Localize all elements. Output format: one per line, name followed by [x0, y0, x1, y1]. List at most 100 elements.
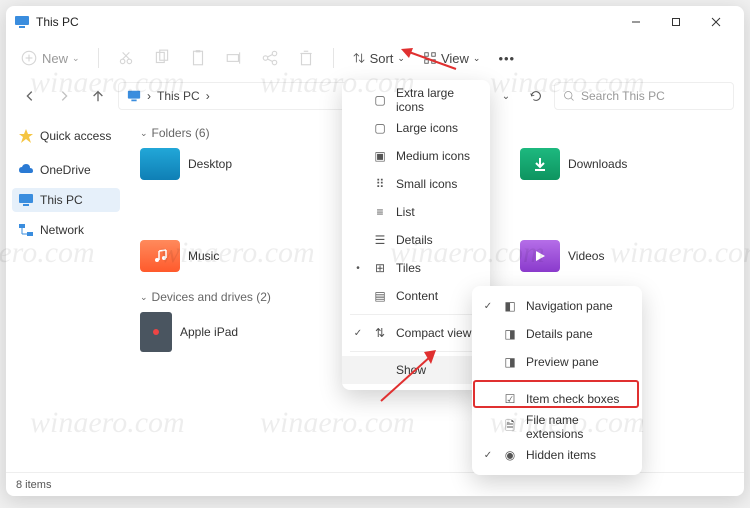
- file-icon: 🗎: [502, 419, 518, 435]
- sort-button[interactable]: Sort ⌄: [352, 51, 405, 66]
- menu-item-hidden-items[interactable]: ✓◉Hidden items: [472, 441, 642, 469]
- view-button[interactable]: View ⌄: [423, 51, 481, 66]
- checkbox-icon: ☑: [502, 391, 518, 407]
- folder-icon: [140, 148, 180, 180]
- menu-separator: [480, 380, 634, 381]
- sidebar-item-onedrive[interactable]: OneDrive: [12, 158, 120, 182]
- folder-item-videos[interactable]: Videos: [520, 240, 660, 272]
- pane-icon: ◨: [502, 354, 518, 370]
- show-submenu: ✓◧Navigation pane ◨Details pane ◨Preview…: [472, 286, 642, 475]
- star-icon: [18, 128, 34, 144]
- list-icon: ≡: [372, 204, 388, 220]
- item-label: Music: [188, 249, 219, 263]
- share-icon[interactable]: [261, 49, 279, 67]
- new-button[interactable]: New ⌄: [20, 49, 80, 67]
- folder-icon: [520, 240, 560, 272]
- close-button[interactable]: [696, 8, 736, 36]
- maximize-button[interactable]: [656, 8, 696, 36]
- grid-xl-icon: ▢: [372, 92, 388, 108]
- pane-icon: ◧: [502, 298, 518, 314]
- device-item-ipad[interactable]: Apple iPad: [140, 312, 280, 352]
- cloud-icon: [18, 162, 34, 178]
- folder-item-desktop[interactable]: Desktop: [140, 148, 280, 180]
- more-button[interactable]: •••: [498, 51, 515, 66]
- search-icon: [563, 90, 575, 102]
- device-icon: [140, 312, 172, 352]
- cut-icon[interactable]: [117, 49, 135, 67]
- refresh-button[interactable]: [524, 84, 548, 108]
- menu-item-details-pane[interactable]: ◨Details pane: [472, 320, 642, 348]
- crumb-sep: ›: [147, 89, 151, 103]
- menu-item-large-icons[interactable]: ▢Large icons: [342, 114, 490, 142]
- menu-item-item-check-boxes[interactable]: ☑Item check boxes: [472, 385, 642, 413]
- delete-icon[interactable]: [297, 49, 315, 67]
- eye-icon: ◉: [502, 447, 518, 463]
- view-menu: ▢Extra large icons ▢Large icons ▣Medium …: [342, 80, 490, 390]
- file-explorer-window: This PC New ⌄ Sort ⌄ View ⌄ •••: [6, 6, 744, 496]
- sidebar-item-label: This PC: [40, 193, 83, 207]
- pane-icon: ◨: [502, 326, 518, 342]
- view-label: View: [441, 51, 469, 66]
- item-count: 8 items: [16, 479, 51, 491]
- paste-icon[interactable]: [189, 49, 207, 67]
- sort-label: Sort: [370, 51, 394, 66]
- chevron-down-icon: ⌄: [473, 53, 481, 64]
- window-controls: [616, 8, 736, 36]
- tiles-icon: ⊞: [372, 260, 388, 276]
- sidebar-item-label: Network: [40, 223, 84, 237]
- sidebar-item-network[interactable]: Network: [12, 218, 120, 242]
- menu-separator: [350, 351, 482, 352]
- chevron-down-icon: ⌄: [397, 53, 405, 64]
- separator: [333, 48, 334, 68]
- item-label: Apple iPad: [180, 325, 238, 339]
- sidebar-item-label: Quick access: [40, 129, 111, 143]
- menu-item-navigation-pane[interactable]: ✓◧Navigation pane: [472, 292, 642, 320]
- command-bar: New ⌄ Sort ⌄ View ⌄ •••: [6, 38, 744, 78]
- this-pc-icon: [14, 14, 30, 30]
- new-label: New: [42, 51, 68, 66]
- menu-item-medium-icons[interactable]: ▣Medium icons: [342, 142, 490, 170]
- menu-item-show[interactable]: Show›: [342, 356, 490, 384]
- window-title: This PC: [36, 15, 616, 29]
- menu-item-file-name-extensions[interactable]: 🗎File name extensions: [472, 413, 642, 441]
- forward-button[interactable]: [50, 82, 78, 110]
- folder-item-downloads[interactable]: Downloads: [520, 148, 660, 180]
- menu-item-details[interactable]: ☰Details: [342, 226, 490, 254]
- sidebar-item-label: OneDrive: [40, 163, 91, 177]
- search-box[interactable]: Search This PC: [554, 82, 734, 110]
- item-label: Desktop: [188, 157, 232, 171]
- content-icon: ▤: [372, 288, 388, 304]
- item-label: Downloads: [568, 157, 627, 171]
- back-button[interactable]: [16, 82, 44, 110]
- menu-item-list[interactable]: ≡List: [342, 198, 490, 226]
- folder-item-music[interactable]: Music: [140, 240, 280, 272]
- this-pc-icon: [127, 89, 141, 103]
- plus-icon: [20, 49, 38, 67]
- menu-item-small-icons[interactable]: ⠿Small icons: [342, 170, 490, 198]
- sidebar-item-this-pc[interactable]: This PC: [12, 188, 120, 212]
- view-icon: [423, 51, 437, 65]
- rename-icon[interactable]: [225, 49, 243, 67]
- grid-m-icon: ▣: [372, 148, 388, 164]
- grid-s-icon: ⠿: [372, 176, 388, 192]
- folder-icon: [140, 240, 180, 272]
- compact-icon: ⇅: [372, 325, 388, 341]
- menu-item-extra-large-icons[interactable]: ▢Extra large icons: [342, 86, 490, 114]
- this-pc-icon: [18, 192, 34, 208]
- up-button[interactable]: [84, 82, 112, 110]
- minimize-button[interactable]: [616, 8, 656, 36]
- crumb-location: This PC: [157, 89, 200, 103]
- menu-item-tiles[interactable]: •⊞Tiles: [342, 254, 490, 282]
- separator: [98, 48, 99, 68]
- titlebar: This PC: [6, 6, 744, 38]
- menu-item-compact-view[interactable]: ✓⇅Compact view: [342, 319, 490, 347]
- item-label: Videos: [568, 249, 604, 263]
- dropdown-button[interactable]: ⌄: [494, 84, 518, 108]
- sort-icon: [352, 51, 366, 65]
- menu-item-content[interactable]: ▤Content: [342, 282, 490, 310]
- sidebar-item-quick-access[interactable]: Quick access: [12, 124, 120, 148]
- grid-l-icon: ▢: [372, 120, 388, 136]
- menu-item-preview-pane[interactable]: ◨Preview pane: [472, 348, 642, 376]
- crumb-sep: ›: [206, 89, 210, 103]
- copy-icon[interactable]: [153, 49, 171, 67]
